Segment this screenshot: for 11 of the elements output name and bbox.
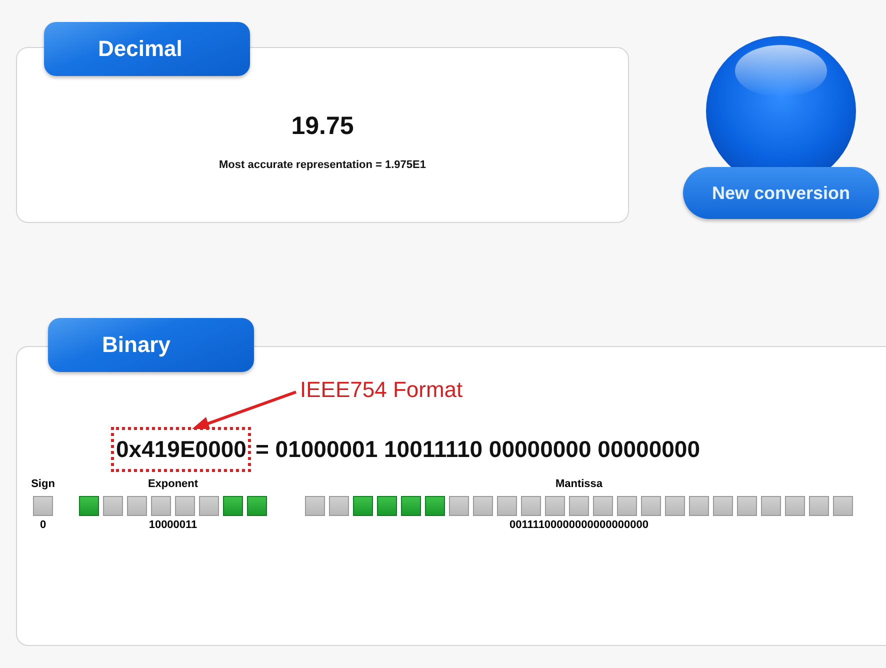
field-label: Sign <box>31 478 55 492</box>
field-reading: 0 <box>40 519 46 531</box>
field-reading: 10000011 <box>148 519 198 531</box>
representation-text: Most accurate representation = 1.975E1 <box>219 159 426 171</box>
decimal-value: 19.75 <box>291 112 354 141</box>
field-reading: 00111100000000000000000 <box>510 519 648 531</box>
field-label: Mantissa <box>555 478 603 492</box>
annotation-label: IEEE754 Format <box>300 377 463 402</box>
binary-equation: = 01000001 10011110 00000000 00000000 <box>255 436 700 463</box>
field-label: Exponent <box>148 478 198 492</box>
new-conversion-button[interactable]: New conversion <box>683 167 879 219</box>
